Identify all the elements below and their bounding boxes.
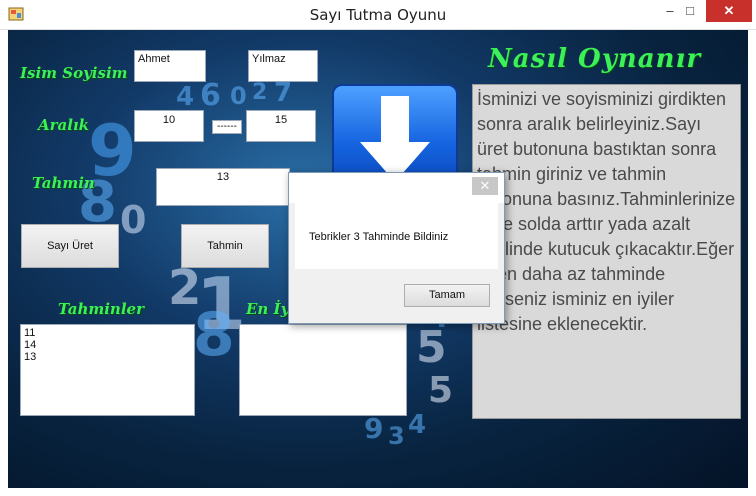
last-name-input[interactable]: Yılmaz bbox=[248, 50, 318, 82]
name-surname-label: Isim Soyisim bbox=[20, 64, 128, 82]
bg-digit: 4 bbox=[176, 82, 195, 112]
title-bar: Sayı Tutma Oyunu – □ ✕ bbox=[0, 0, 756, 30]
dialog-body: Tebrikler 3 Tahminde Bildiniz bbox=[295, 203, 498, 269]
guesses-list[interactable]: 11 14 13 bbox=[20, 324, 195, 416]
close-button[interactable]: ✕ bbox=[706, 0, 752, 22]
first-name-input[interactable]: Ahmet bbox=[134, 50, 206, 82]
bg-digit: 3 bbox=[388, 422, 405, 450]
range-label: Aralık bbox=[38, 116, 90, 134]
dialog-close-button[interactable]: ✕ bbox=[472, 177, 498, 195]
bg-digit: 0 bbox=[230, 82, 247, 110]
range-min-input[interactable]: 10 bbox=[134, 110, 204, 142]
how-to-play-text: İsminizi ve soyisminizi girdikten sonra … bbox=[472, 84, 741, 419]
generate-number-button[interactable]: Sayı Üret bbox=[21, 224, 119, 268]
bg-digit: 2 bbox=[252, 80, 268, 105]
guess-input[interactable]: 13 bbox=[156, 168, 290, 206]
bg-digit: 6 bbox=[200, 78, 221, 113]
bg-digit: 4 bbox=[408, 410, 427, 440]
bg-digit: 7 bbox=[274, 78, 293, 108]
maximize-button[interactable]: □ bbox=[676, 0, 704, 22]
dialog-title-bar: ✕ bbox=[289, 173, 504, 203]
bg-digit: 5 bbox=[428, 370, 454, 411]
dialog-message: Tebrikler 3 Tahminde Bildiniz bbox=[309, 231, 449, 243]
best-list-label: En İy bbox=[246, 300, 290, 318]
ok-button[interactable]: Tamam bbox=[404, 284, 490, 307]
bg-digit: 0 bbox=[120, 198, 147, 242]
bg-digit: 9 bbox=[364, 412, 384, 445]
range-separator: ------ bbox=[212, 120, 242, 134]
bg-digit: 8 bbox=[193, 300, 235, 370]
guess-button[interactable]: Tahmin bbox=[181, 224, 269, 268]
how-to-play-title: Nasıl Oynanır bbox=[488, 44, 702, 74]
main-form: 4 6 0 2 7 9 8 0 1 2 8 5 5 9 3 4 4 5 Isim… bbox=[8, 30, 748, 488]
guesses-label: Tahminler bbox=[58, 300, 144, 318]
message-dialog: ✕ Tebrikler 3 Tahminde Bildiniz Tamam bbox=[288, 172, 505, 324]
range-max-input[interactable]: 15 bbox=[246, 110, 316, 142]
guess-label: Tahmin bbox=[32, 174, 95, 192]
best-players-list[interactable] bbox=[239, 324, 407, 416]
window-title: Sayı Tutma Oyunu bbox=[309, 6, 447, 24]
